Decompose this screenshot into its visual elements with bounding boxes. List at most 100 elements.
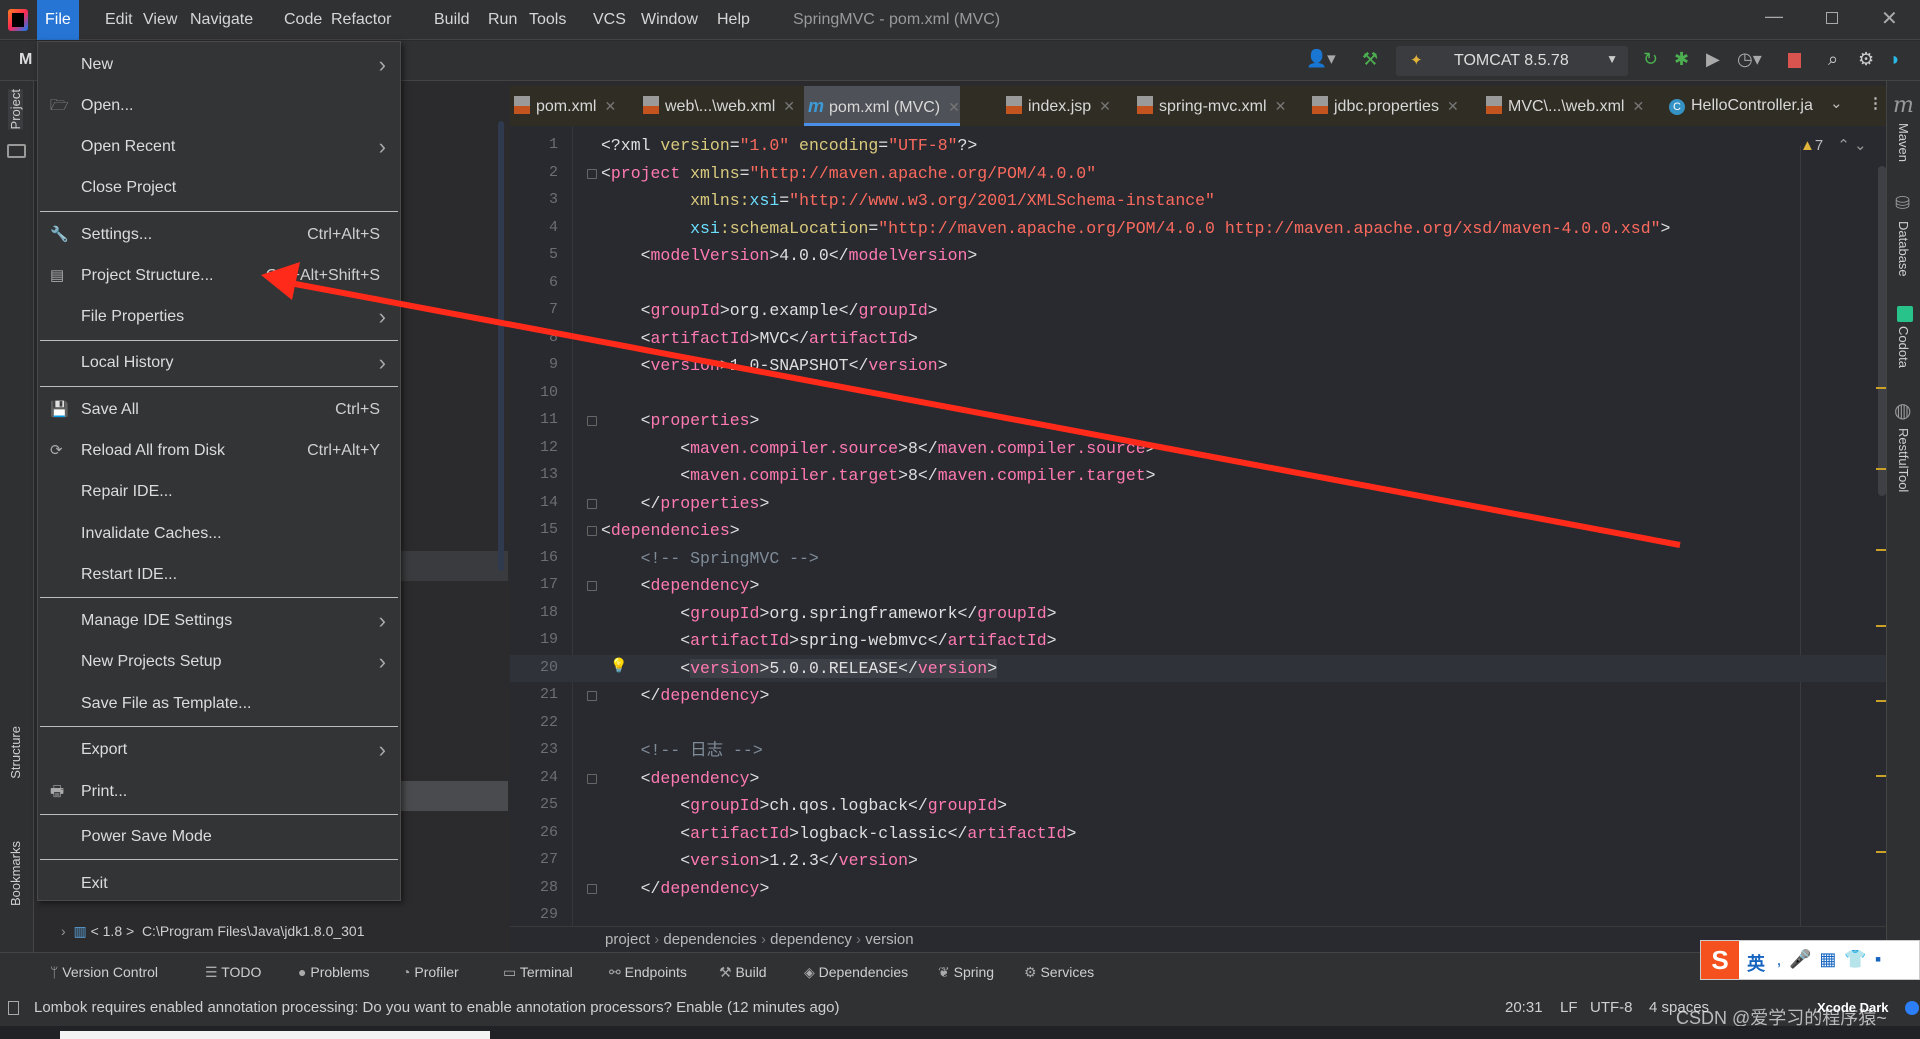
rerun-icon[interactable]: ↻: [1643, 49, 1658, 70]
menu-tools[interactable]: Tools: [521, 0, 574, 40]
tabs-dropdown-icon[interactable]: ⌄: [1830, 94, 1843, 112]
project-name[interactable]: M: [19, 51, 32, 69]
menu-window[interactable]: Window: [633, 0, 706, 40]
sdk-tree-row[interactable]: › ▥ < 1.8 > C:\Program Files\Java\jdk1.8…: [61, 923, 365, 940]
editor-scrollbar[interactable]: [1878, 166, 1886, 496]
bookmarks-tool-button[interactable]: Bookmarks: [8, 841, 23, 906]
close-tab-icon[interactable]: ✕: [1275, 98, 1287, 114]
menu-item-local-history[interactable]: Local History ›: [38, 344, 400, 382]
status-message[interactable]: Lombok requires enabled annotation proce…: [34, 990, 840, 1026]
ime-mode[interactable]: 英: [1747, 950, 1765, 976]
tool-window-build[interactable]: ⚒ Build: [719, 953, 767, 991]
close-tab-icon[interactable]: ✕: [604, 98, 616, 114]
menu-item-reload-all-from-disk[interactable]: ⟳ Reload All from Disk Ctrl+Alt+Y: [38, 432, 400, 470]
ime-tools-icon[interactable]: ‚🎤▦👕▪: [1777, 949, 1889, 970]
close-tab-icon[interactable]: ✕: [1632, 98, 1644, 114]
menu-item-project-structure[interactable]: ▤ Project Structure... Ctrl+Alt+Shift+S: [38, 257, 400, 295]
tab-7[interactable]: C HelloController.ja: [1665, 86, 1813, 126]
stop-icon[interactable]: [1788, 53, 1801, 68]
fold-marker-icon[interactable]: [587, 526, 597, 536]
profile-icon[interactable]: ◷▾: [1737, 49, 1762, 70]
restore-button[interactable]: [1826, 12, 1838, 24]
menu-navigate[interactable]: Navigate: [182, 0, 261, 40]
menu-item-save-file-as-template[interactable]: Save File as Template...: [38, 685, 400, 723]
fold-marker-icon[interactable]: [587, 883, 597, 894]
scrollbar[interactable]: [498, 121, 504, 571]
tab-6[interactable]: MVC\...\web.xml ✕: [1482, 86, 1644, 126]
code-editor[interactable]: ▲7 ⌃ ⌄ 1 <?xml version="1.0" encoding="UTF…: [510, 126, 1886, 926]
search-icon[interactable]: ⌕: [1828, 49, 1838, 70]
menu-vcs[interactable]: VCS: [585, 0, 634, 40]
maven-tool-button[interactable]: Maven: [1896, 123, 1911, 162]
plugin-icon[interactable]: ◗: [1890, 49, 1901, 70]
menu-item-invalidate-caches[interactable]: Invalidate Caches...: [38, 515, 400, 553]
notification-dot-icon[interactable]: [1905, 1001, 1919, 1015]
tool-window-endpoints[interactable]: ⚯ Endpoints: [609, 953, 687, 991]
menu-item-close-project[interactable]: Close Project: [38, 169, 400, 207]
debug-icon[interactable]: ✱: [1674, 49, 1689, 70]
menu-item-exit[interactable]: Exit: [38, 865, 400, 903]
codota-tool-button[interactable]: Codota: [1896, 326, 1911, 368]
gear-icon[interactable]: ⚙: [1858, 49, 1874, 70]
tab-1[interactable]: web\...\web.xml ✕: [639, 86, 795, 126]
restfultool-tool-button[interactable]: RestfulTool: [1896, 428, 1911, 492]
close-tab-icon[interactable]: ✕: [948, 99, 960, 115]
tab-5[interactable]: jdbc.properties ✕: [1308, 86, 1459, 126]
menu-item-restart-ide[interactable]: Restart IDE...: [38, 556, 400, 594]
tool-window-problems[interactable]: ● Problems: [298, 953, 370, 991]
menu-item-export[interactable]: Export ›: [38, 731, 400, 769]
fold-marker-icon[interactable]: [587, 168, 597, 179]
menu-item-settings[interactable]: 🔧 Settings... Ctrl+Alt+S: [38, 216, 400, 254]
more-tabs-icon[interactable]: ⋮: [1868, 94, 1883, 112]
breadcrumb-item[interactable]: version: [865, 931, 913, 948]
tool-window-profiler[interactable]: ◔ Profiler: [402, 953, 459, 991]
fold-marker-icon[interactable]: [587, 498, 597, 509]
close-tab-icon[interactable]: ✕: [783, 98, 795, 114]
fold-marker-icon[interactable]: [587, 416, 597, 426]
breadcrumb-item[interactable]: dependencies: [663, 931, 756, 948]
menu-item-new[interactable]: New ›: [38, 46, 400, 84]
project-tool-button[interactable]: Project: [8, 89, 23, 130]
menu-item-save-all[interactable]: 💾 Save All Ctrl+S: [38, 391, 400, 429]
tab-3[interactable]: index.jsp ✕: [1002, 86, 1111, 126]
caret-position[interactable]: 20:31: [1505, 990, 1543, 1026]
line-separator[interactable]: LF: [1560, 990, 1578, 1026]
ime-toolbar[interactable]: S 英 ‚🎤▦👕▪: [1700, 940, 1920, 980]
menu-run[interactable]: Run: [480, 0, 525, 40]
close-tab-icon[interactable]: ✕: [1447, 98, 1459, 114]
menu-refactor[interactable]: Refactor: [323, 0, 399, 40]
menu-file[interactable]: File: [37, 0, 79, 40]
menu-build[interactable]: Build: [426, 0, 478, 40]
fold-marker-icon[interactable]: [587, 691, 597, 701]
menu-view[interactable]: View: [135, 0, 185, 40]
breadcrumb-item[interactable]: dependency: [770, 931, 852, 948]
menu-item-print[interactable]: 🖶 Print...: [38, 773, 400, 811]
menu-item-power-save-mode[interactable]: Power Save Mode: [38, 818, 400, 856]
coverage-icon[interactable]: ▶: [1706, 49, 1720, 70]
menu-item-file-properties[interactable]: File Properties ›: [38, 298, 400, 336]
tool-window-todo[interactable]: ☰ TODO: [205, 953, 261, 991]
tool-window-version-control[interactable]: ᛘ Version Control: [50, 953, 158, 991]
build-hammer-icon[interactable]: ⚒: [1362, 49, 1378, 70]
menu-item-new-projects-setup[interactable]: New Projects Setup ›: [38, 643, 400, 681]
menu-help[interactable]: Help: [709, 0, 758, 40]
file-encoding[interactable]: UTF-8: [1590, 990, 1633, 1026]
menu-item-manage-ide-settings[interactable]: Manage IDE Settings ›: [38, 602, 400, 640]
menu-item-repair-ide[interactable]: Repair IDE...: [38, 473, 400, 511]
tab-2[interactable]: m pom.xml (MVC) ✕: [804, 86, 960, 126]
close-tab-icon[interactable]: ✕: [1099, 98, 1111, 114]
tab-4[interactable]: spring-mvc.xml ✕: [1133, 86, 1286, 126]
tab-0[interactable]: pom.xml ✕: [510, 86, 616, 126]
tool-window-services[interactable]: ⚙ Services: [1024, 953, 1094, 991]
menu-item-open-recent[interactable]: Open Recent ›: [38, 128, 400, 166]
warnings-indicator[interactable]: ▲7 ⌃ ⌄: [1800, 136, 1867, 154]
fold-marker-icon[interactable]: [587, 773, 597, 784]
event-icon[interactable]: [8, 1001, 19, 1015]
tool-window-dependencies[interactable]: ◈ Dependencies: [804, 953, 908, 991]
breadcrumb-item[interactable]: project: [605, 931, 650, 948]
run-config-dropdown[interactable]: ✦ TOMCAT 8.5.78 ▼: [1396, 46, 1628, 76]
tool-window-terminal[interactable]: ▭ Terminal: [503, 953, 573, 991]
fold-marker-icon[interactable]: [587, 581, 597, 591]
menu-item-open[interactable]: 🗁 Open...: [38, 87, 400, 125]
structure-tool-button[interactable]: Structure: [8, 726, 23, 779]
